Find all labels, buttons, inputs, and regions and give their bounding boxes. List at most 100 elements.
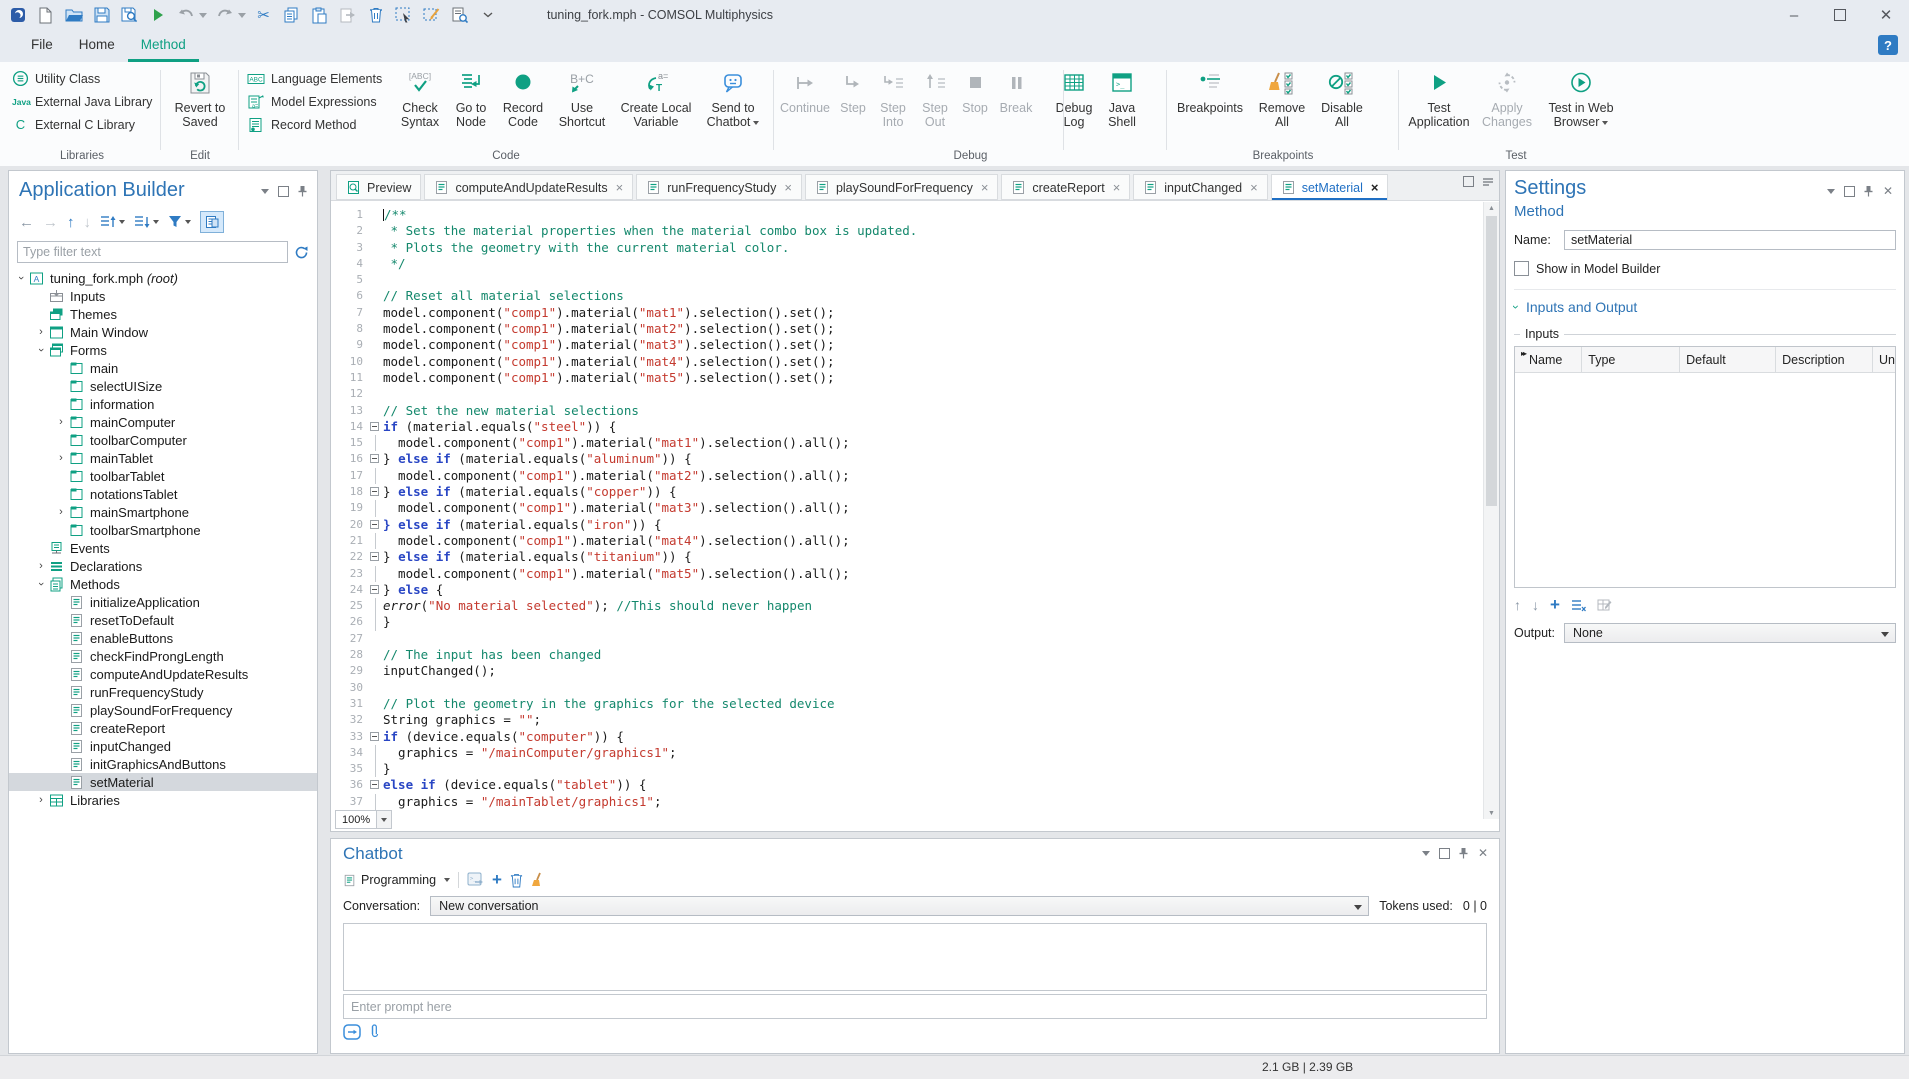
use-shortcut-button[interactable]: B+C Use Shortcut	[551, 62, 613, 129]
close-tab-icon[interactable]: ×	[784, 180, 792, 195]
tree-item-initializeApplication[interactable]: initializeApplication	[9, 593, 317, 611]
test-in-web-browser-button[interactable]: Test in Web Browser	[1537, 62, 1625, 129]
external-java-library-button[interactable]: Java External Java Library	[6, 90, 158, 113]
panel-pin-icon[interactable]	[298, 185, 307, 197]
close-tab-icon[interactable]: ×	[1113, 180, 1121, 195]
send-to-chatbot-button[interactable]: Send to Chatbot	[699, 62, 767, 129]
debug-log-button[interactable]: Debug Log	[1048, 62, 1100, 129]
external-c-library-button[interactable]: C External C Library	[6, 113, 158, 136]
show-all-code-toggle[interactable]	[200, 211, 224, 233]
panel-float-icon[interactable]	[1463, 176, 1474, 187]
tree-item-setMaterial[interactable]: setMaterial	[9, 773, 317, 791]
create-local-variable-button[interactable]: a=T Create Local Variable	[613, 62, 699, 129]
maximize-button[interactable]	[1817, 0, 1863, 30]
tree-filter-input[interactable]	[17, 241, 288, 263]
expand-chevron-icon[interactable]: ›	[55, 506, 67, 518]
code-editor[interactable]: 1/**2 * Sets the material properties whe…	[331, 202, 1484, 819]
panel-dropdown-icon[interactable]	[1827, 189, 1835, 194]
disable-all-button[interactable]: Disable All	[1313, 62, 1371, 129]
fold-marker-icon[interactable]	[370, 585, 379, 594]
tree-item-runFrequencyStudy[interactable]: runFrequencyStudy	[9, 683, 317, 701]
expand-chevron-icon[interactable]: ›	[55, 452, 67, 464]
test-application-button[interactable]: Test Application	[1401, 62, 1477, 129]
panel-float-icon[interactable]	[1439, 848, 1450, 859]
utility-class-button[interactable]: Utility Class	[6, 67, 158, 90]
editor-tab-Preview[interactable]: Preview	[336, 174, 421, 200]
panel-pin-icon[interactable]	[1459, 847, 1468, 859]
tree-item-Declarations[interactable]: ›Declarations	[9, 557, 317, 575]
close-tab-icon[interactable]: ×	[981, 180, 989, 195]
back-arrow-icon[interactable]: ←	[19, 213, 34, 231]
add-input-icon[interactable]: +	[1550, 599, 1560, 611]
tree-item-toolbarTablet[interactable]: toolbarTablet	[9, 467, 317, 485]
tree-item-playSoundForFrequency[interactable]: playSoundForFrequency	[9, 701, 317, 719]
expand-chevron-icon[interactable]: ›	[15, 272, 27, 284]
tab-method[interactable]: Method	[128, 30, 199, 62]
check-syntax-button[interactable]: [ABC] Check Syntax	[393, 62, 447, 129]
close-tab-icon[interactable]: ×	[1250, 180, 1258, 195]
tree-item-Libraries[interactable]: ›Libraries	[9, 791, 317, 809]
inputs-and-output-section-header[interactable]: › Inputs and Output	[1514, 289, 1896, 315]
tree-item-tuning_fork.mph[interactable]: ›Atuning_fork.mph (root)	[9, 269, 317, 287]
panel-float-icon[interactable]	[278, 186, 289, 197]
move-row-up-icon[interactable]: ↑	[1514, 597, 1521, 613]
collapse-all-button[interactable]	[134, 213, 159, 231]
panel-close-icon[interactable]: ✕	[1882, 185, 1894, 197]
inputs-table[interactable]: ▸▸Name Type Default Description Un	[1514, 346, 1896, 588]
fold-marker-icon[interactable]	[370, 732, 379, 741]
tree-item-computeAndUpdateResults[interactable]: computeAndUpdateResults	[9, 665, 317, 683]
breakpoints-button[interactable]: Breakpoints	[1169, 62, 1251, 115]
clear-broom-icon[interactable]	[531, 872, 543, 888]
go-to-node-button[interactable]: Go to Node	[447, 62, 495, 129]
delete-button[interactable]	[364, 3, 387, 27]
tree-item-resetToDefault[interactable]: resetToDefault	[9, 611, 317, 629]
clean-select-button[interactable]	[420, 3, 443, 27]
delete-conversation-icon[interactable]	[510, 873, 523, 888]
filter-button[interactable]	[168, 213, 191, 231]
help-button[interactable]: ?	[1878, 35, 1898, 55]
editor-tab-createReport[interactable]: createReport×	[1001, 174, 1130, 200]
panel-pin-icon[interactable]	[1864, 185, 1873, 197]
cut-button[interactable]: ✂	[252, 3, 275, 27]
fold-marker-icon[interactable]	[370, 552, 379, 561]
panel-menu-icon[interactable]	[1482, 176, 1494, 188]
editor-tab-runFrequencyStudy[interactable]: runFrequencyStudy×	[636, 174, 802, 200]
tree-item-enableButtons[interactable]: enableButtons	[9, 629, 317, 647]
tree-item-Events[interactable]: Events	[9, 539, 317, 557]
panel-dropdown-icon[interactable]	[1422, 851, 1430, 856]
fold-marker-icon[interactable]	[370, 454, 379, 463]
tree-item-Methods[interactable]: ›Methods	[9, 575, 317, 593]
code-preview-button[interactable]	[448, 3, 471, 27]
move-up-icon[interactable]: ↑	[67, 213, 75, 231]
model-expressions-button[interactable]: a= Model Expressions	[241, 90, 393, 113]
tree-item-mainSmartphone[interactable]: ›mainSmartphone	[9, 503, 317, 521]
remove-all-button[interactable]: Remove All	[1251, 62, 1313, 129]
record-method-button[interactable]: Record Method	[241, 113, 393, 136]
revert-to-saved-button[interactable]: Revert to Saved	[165, 62, 235, 129]
undo-dropdown-icon[interactable]	[198, 3, 208, 27]
close-tab-icon[interactable]: ×	[1371, 180, 1379, 195]
chatbot-mode-dropdown[interactable]: Programming	[343, 873, 450, 888]
output-select[interactable]: None	[1564, 623, 1896, 643]
insert-to-shell-icon[interactable]: >_	[467, 872, 484, 888]
editor-tab-setMaterial[interactable]: setMaterial×	[1271, 174, 1389, 200]
tab-file[interactable]: File	[18, 30, 66, 62]
tree-item-main[interactable]: main	[9, 359, 317, 377]
tree-item-notationsTablet[interactable]: notationsTablet	[9, 485, 317, 503]
copy-button[interactable]	[280, 3, 303, 27]
refresh-icon[interactable]	[294, 245, 309, 260]
close-button[interactable]: ✕	[1863, 0, 1909, 30]
chatbot-prompt-input[interactable]	[344, 1000, 1486, 1014]
zoom-caret-icon[interactable]	[376, 811, 391, 828]
expand-chevron-icon[interactable]: ›	[35, 794, 47, 806]
editor-tab-playSoundForFrequency[interactable]: playSoundForFrequency×	[805, 174, 998, 200]
editor-zoom-control[interactable]: 100%	[335, 810, 392, 829]
expand-chevron-icon[interactable]: ›	[35, 578, 47, 590]
method-name-input[interactable]	[1564, 230, 1896, 250]
fold-marker-icon[interactable]	[370, 520, 379, 529]
expand-chevron-icon[interactable]: ›	[35, 560, 47, 572]
scroll-down-icon[interactable]: ▼	[1484, 807, 1499, 819]
tree-item-Inputs[interactable]: Inputs	[9, 287, 317, 305]
minimize-button[interactable]: –	[1771, 0, 1817, 30]
tree-item-checkFindProngLength[interactable]: checkFindProngLength	[9, 647, 317, 665]
